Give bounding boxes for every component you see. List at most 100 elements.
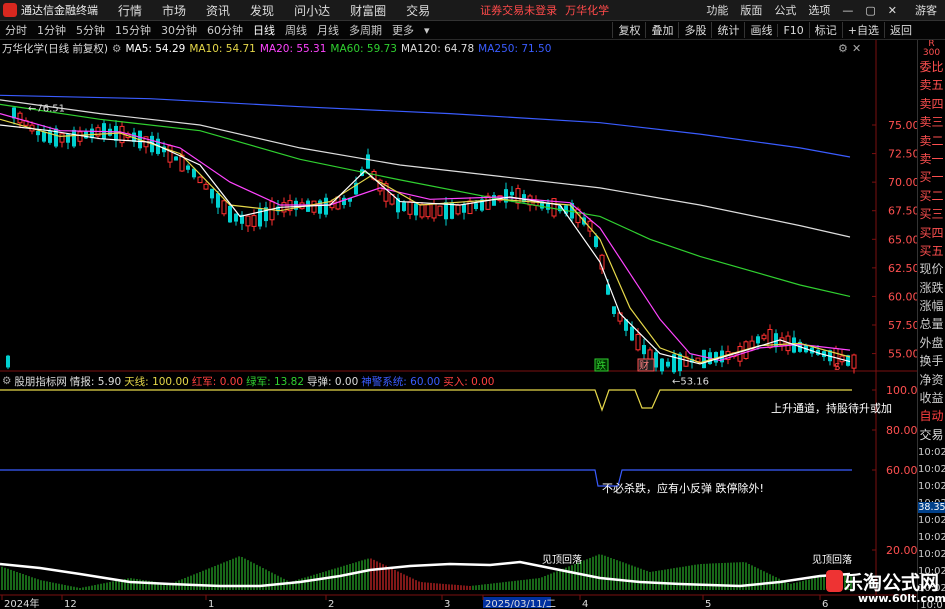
legend-ma120: MA120: 64.78 <box>400 42 475 55</box>
legend-ma60: MA60: 59.73 <box>330 42 397 55</box>
menu-discover[interactable]: 发现 <box>250 2 274 19</box>
period-multi[interactable]: 多周期 <box>344 22 387 38</box>
candle-body <box>630 326 634 341</box>
period-30min[interactable]: 30分钟 <box>156 22 202 38</box>
candle-body <box>612 306 616 314</box>
tool-statistics[interactable]: 统计 <box>711 22 744 38</box>
price-tick-label: 65.00 <box>888 233 917 246</box>
chart-settings-gear-icon[interactable]: ⚙ <box>838 42 848 55</box>
menu-news[interactable]: 资讯 <box>206 2 230 19</box>
quote-field-17: 净资 <box>919 372 944 387</box>
menu-options[interactable]: 选项 <box>808 2 830 18</box>
stock-title: 万华化学(日线 前复权) <box>2 43 109 55</box>
period-timeshare[interactable]: 分时 <box>0 22 32 38</box>
period-5min[interactable]: 5分钟 <box>71 22 110 38</box>
candle-body <box>666 361 670 367</box>
tool-mark[interactable]: 标记 <box>808 22 842 38</box>
candle-body <box>17 112 23 124</box>
tool-multi-stock[interactable]: 多股 <box>678 22 711 38</box>
indicator-name: 股朋指标网 <box>14 375 67 388</box>
main-legend: 万华化学(日线 前复权) ⚙ MA5: 54.29 MA10: 54.71 MA… <box>2 41 555 56</box>
price-axis: 75.00 72.50 70.00 67.50 65.00 62.50 60.00 57.50… <box>872 119 917 361</box>
tick-time-6: 10:02 <box>918 549 945 561</box>
candle-body <box>36 130 40 136</box>
candle-body <box>167 145 173 163</box>
candle-body <box>197 176 203 184</box>
legend-gear-icon[interactable]: ⚙ <box>112 43 121 55</box>
close-icon[interactable]: ✕ <box>888 4 897 17</box>
period-daily[interactable]: 日线 <box>248 22 280 38</box>
candle-body <box>42 131 46 142</box>
guest-user[interactable]: 游客 <box>915 2 937 18</box>
period-more[interactable]: 更多 <box>387 22 419 38</box>
menu-market-quotes[interactable]: 行情 <box>118 2 142 19</box>
tool-back[interactable]: 返回 <box>884 22 917 38</box>
date-tick-label: 6 <box>822 599 828 609</box>
period-weekly[interactable]: 周线 <box>280 22 312 38</box>
menu-layout[interactable]: 版面 <box>740 2 762 18</box>
tool-add-watchlist[interactable]: +自选 <box>841 22 884 38</box>
period-more-chevron-icon[interactable]: ▾ <box>419 24 435 37</box>
current-indicator-value: 38.35 <box>918 502 945 513</box>
candles-layer <box>6 106 857 377</box>
menu-ask-xiaoda[interactable]: 问小达 <box>294 2 330 19</box>
indicator-text-uptrend: 上升通道，持股待升或加 <box>771 401 892 415</box>
indicator-item-intel: 情报: 5.90 <box>69 375 122 388</box>
menu-formula[interactable]: 公式 <box>774 2 796 18</box>
quote-field-15: 外盘 <box>919 335 944 350</box>
annotation-layer: ←76.51 ←53.16 跌 财 S <box>28 104 840 388</box>
period-1min[interactable]: 1分钟 <box>32 22 71 38</box>
indicator-panel: 100.0 80.00 60.00 20.00 上升通道，持股待升或加不必杀跌，应有小反… <box>0 384 917 590</box>
quote-field-13: 涨幅 <box>919 299 944 314</box>
minimize-icon[interactable]: — <box>842 4 853 17</box>
quote-field-2: 卖四 <box>919 96 944 111</box>
tool-f10[interactable]: F10 <box>777 23 808 37</box>
candle-body <box>654 352 658 368</box>
candle-body <box>228 205 232 223</box>
trade-label[interactable]: 交易 <box>918 426 945 444</box>
candle-body <box>647 349 653 361</box>
candle-body <box>756 336 760 344</box>
menu-wealth-circle[interactable]: 财富圈 <box>350 2 386 19</box>
period-60min[interactable]: 60分钟 <box>202 22 248 38</box>
candle-body <box>72 129 76 147</box>
candle-body <box>245 215 251 227</box>
quote-field-7: 买二 <box>919 188 944 203</box>
period-monthly[interactable]: 月线 <box>312 22 344 38</box>
high-price-label: ←76.51 <box>28 104 65 115</box>
indicator-tick-label: 20.00 <box>886 544 917 557</box>
candle-body <box>318 200 322 214</box>
candle-body <box>342 197 346 205</box>
menu-function[interactable]: 功能 <box>706 2 728 18</box>
quote-field-0: 委比 <box>919 60 944 74</box>
quote-field-16: 换手 <box>919 354 944 369</box>
date-tick-label: 3 <box>444 599 450 609</box>
chart-close-icon[interactable]: ✕ <box>852 42 861 55</box>
menu-trade[interactable]: 交易 <box>406 2 430 19</box>
tool-overlay[interactable]: 叠加 <box>645 22 678 38</box>
candle-body <box>234 213 238 222</box>
quote-field-8: 买三 <box>919 207 944 222</box>
indicator-legend: ⚙ 股朋指标网 情报: 5.90 天线: 100.00 红军: 0.00 绿军:… <box>2 374 497 388</box>
ma5-line <box>0 124 851 365</box>
period-15min[interactable]: 15分钟 <box>110 22 156 38</box>
tool-adjust[interactable]: 复权 <box>612 22 645 38</box>
indicator-gear-icon[interactable]: ⚙ <box>2 375 11 387</box>
trade-login-notice[interactable]: 证券交易未登录 <box>480 2 557 18</box>
candle-body <box>851 354 857 369</box>
menu-bar: 通达信金融终端 行情 市场 资讯 发现 问小达 财富圈 交易 证券交易未登录 万… <box>0 0 945 21</box>
tick-time-5: 10:02 <box>918 532 945 544</box>
maximize-icon[interactable]: ▢ <box>865 4 875 17</box>
low-price-label: ←53.16 <box>672 377 709 388</box>
candle-body <box>437 205 443 216</box>
candle-body <box>594 236 598 247</box>
tool-draw-line[interactable]: 画线 <box>744 22 777 38</box>
price-tick-label: 60.00 <box>888 290 917 303</box>
candle-body <box>221 200 227 215</box>
ma250-line <box>0 94 851 158</box>
kline-chart[interactable]: ⚙ ✕ 75.00 72.50 70.00 67.50 65.00 62.50 60.00 5… <box>0 40 917 609</box>
auto-label[interactable]: 自动 <box>918 407 945 425</box>
watermark-title: 乐淘公式网 <box>844 572 940 594</box>
candle-body <box>186 165 190 170</box>
menu-market[interactable]: 市场 <box>162 2 186 19</box>
